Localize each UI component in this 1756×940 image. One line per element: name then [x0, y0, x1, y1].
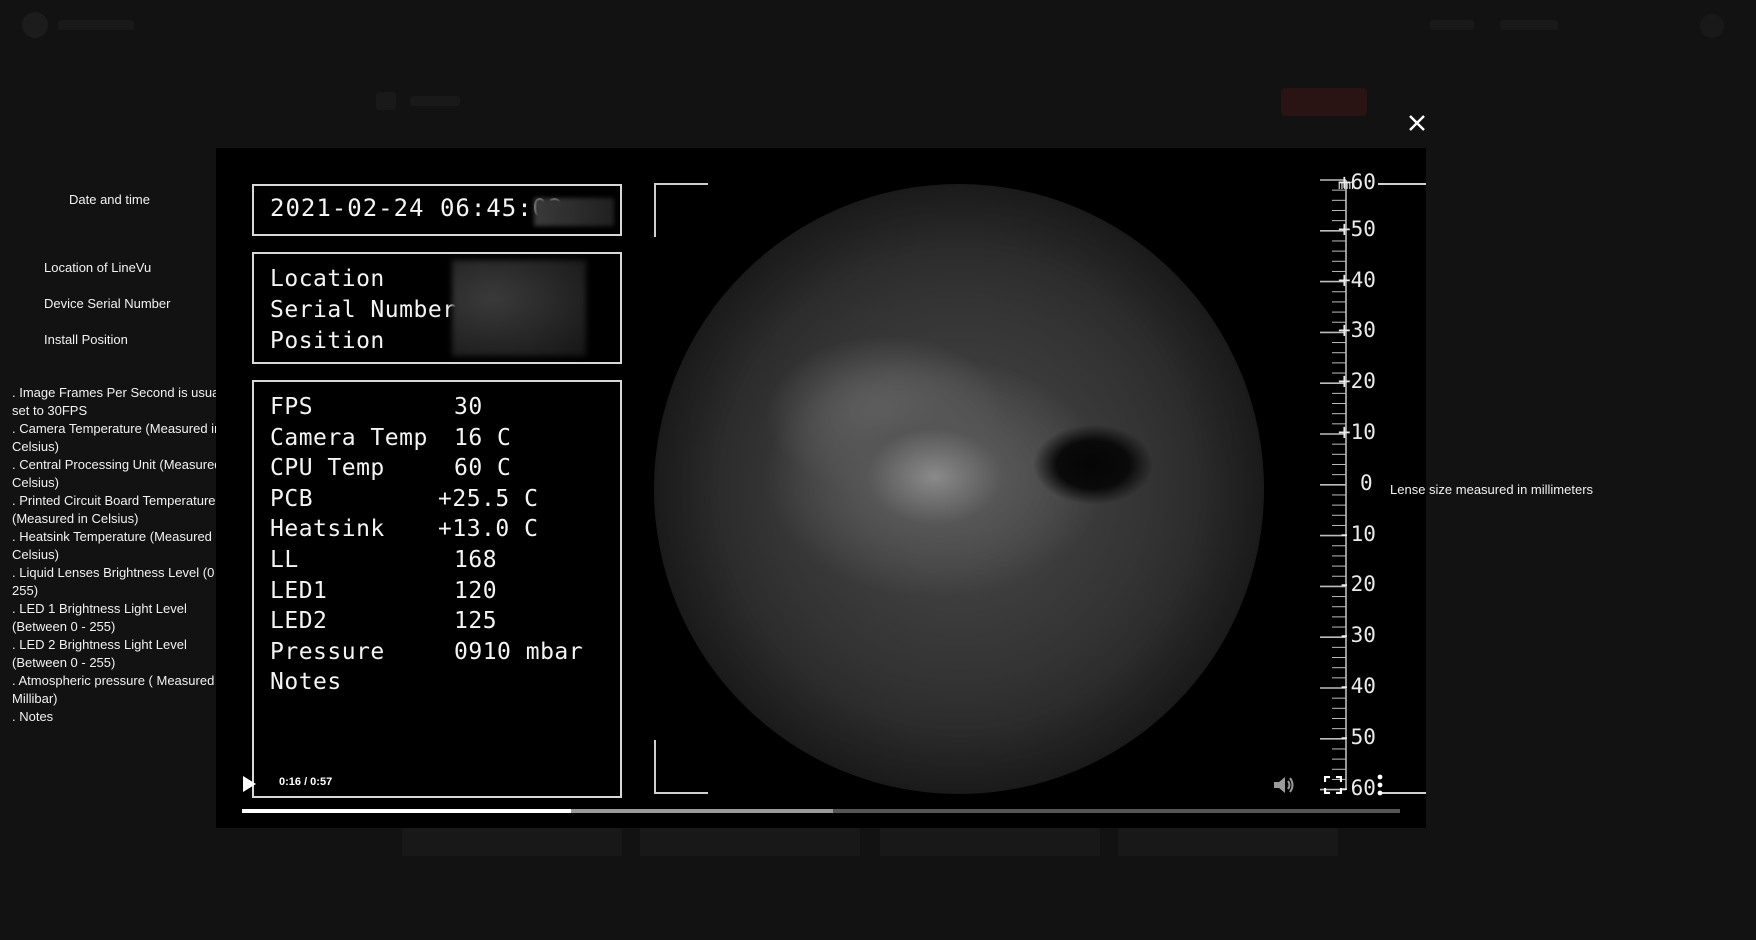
scale-label: -60: [1338, 775, 1376, 800]
scale-label: -20: [1338, 572, 1376, 597]
annotation-item: . Printed Circuit Board Temperature (Mea…: [12, 493, 216, 526]
scale-label: +50: [1338, 216, 1376, 241]
video-player[interactable]: 2021-02-24 06:45:02 Location Serial Numb…: [216, 148, 1426, 828]
background-red-button: [1281, 88, 1367, 116]
close-button[interactable]: [1404, 110, 1430, 136]
scale-label: -50: [1338, 724, 1376, 749]
background-card: [402, 828, 622, 856]
background-card: [880, 828, 1100, 856]
time-display: 0:16 / 0:57: [279, 776, 333, 788]
annotation-item: . Central Processing Unit (Measured in C…: [12, 457, 236, 490]
scale-label: +30: [1338, 318, 1376, 343]
progress-played: [242, 809, 571, 813]
scale-label: -30: [1338, 623, 1376, 648]
play-button[interactable]: [240, 774, 258, 794]
volume-button[interactable]: [1272, 774, 1296, 801]
background-nav-item: [1430, 20, 1474, 30]
annotation-item: . Image Frames Per Second is usually set…: [12, 385, 232, 418]
annotation-item: . LED 1 Brightness Light Level (Between …: [12, 601, 187, 634]
annotation-item: . LED 2 Brightness Light Level (Between …: [12, 637, 187, 670]
background-card: [1118, 828, 1338, 856]
annotation-serial: Device Serial Number: [44, 296, 171, 311]
annotation-list: . Image Frames Per Second is usually set…: [12, 384, 244, 726]
more-vertical-icon: [1377, 774, 1383, 796]
background-nav-item: [1500, 20, 1558, 30]
scale-label: +20: [1338, 369, 1376, 394]
scale-label: 0: [1360, 470, 1373, 495]
progress-bar[interactable]: [242, 809, 1400, 813]
annotation-item: . Liquid Lenses Brightness Level (0 - 25…: [12, 565, 223, 598]
background-search-text: [410, 96, 460, 106]
background-search-icon: [376, 92, 396, 110]
annotation-lens-size: Lense size measured in millimeters: [1390, 482, 1594, 497]
scale-label: -40: [1338, 674, 1376, 698]
play-icon: [243, 776, 256, 792]
annotation-item: . Heatsink Temperature (Measured in Cels…: [12, 529, 226, 562]
background-card: [640, 828, 860, 856]
background-avatar: [1700, 14, 1724, 38]
more-options-button[interactable]: [1376, 774, 1384, 801]
annotation-location: Location of LineVu: [44, 260, 152, 275]
scale-unit: mm: [1338, 178, 1354, 193]
scale-label: +40: [1338, 267, 1376, 292]
fullscreen-icon: [1323, 775, 1343, 795]
scale-label: -10: [1338, 521, 1376, 546]
annotation-item: . Notes: [12, 709, 54, 724]
scale-label: +10: [1338, 420, 1376, 444]
annotation-item: . Atmospheric pressure ( Measured in Mil…: [12, 673, 229, 706]
annotation-date-time: Date and time: [69, 192, 150, 207]
annotation-item: . Camera Temperature (Measured in Celsiu…: [12, 421, 222, 454]
close-icon: [1409, 115, 1425, 131]
background-title: [58, 20, 134, 30]
background-logo: [22, 12, 48, 38]
annotation-position: Install Position: [44, 332, 128, 347]
fullscreen-button[interactable]: [1323, 775, 1343, 799]
lens-ruler: [1320, 179, 1347, 791]
volume-icon: [1274, 777, 1294, 793]
